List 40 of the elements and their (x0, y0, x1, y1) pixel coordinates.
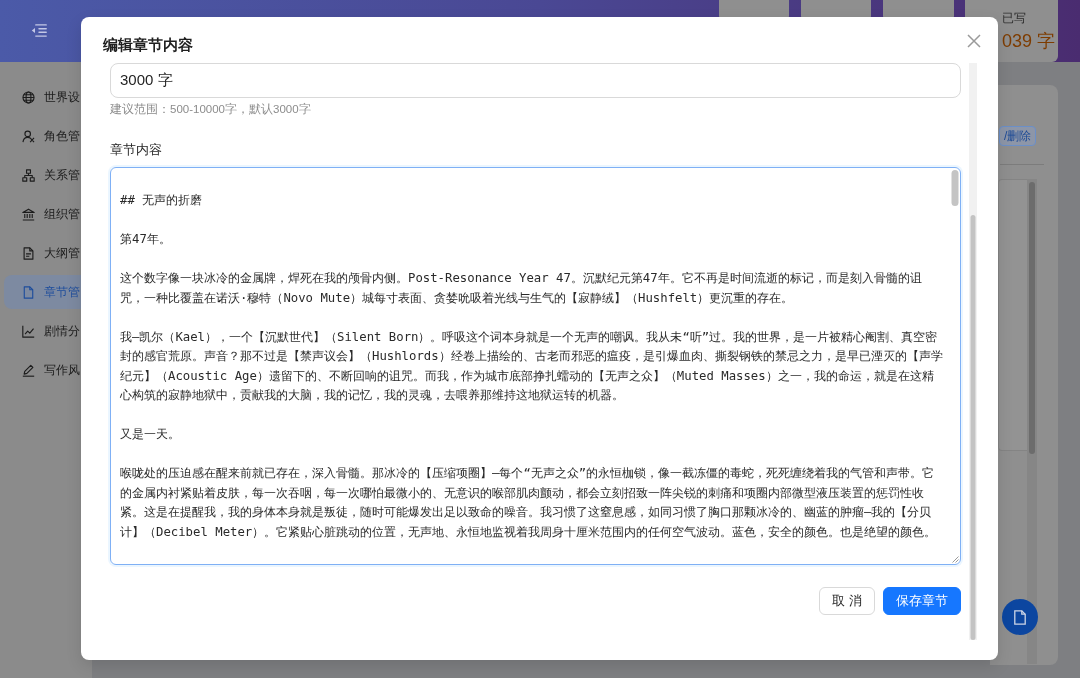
sidebar-item[interactable]: 角色管 (4, 119, 92, 153)
stat-label: 已写 (1002, 10, 1026, 26)
float-button[interactable] (1002, 599, 1038, 635)
close-icon (967, 34, 981, 48)
paragraph-text: ## 无声的折磨 (120, 192, 204, 209)
sidebar-item[interactable]: 关系管 (4, 158, 92, 192)
menu-fold-icon[interactable] (31, 24, 47, 37)
sidebar-item[interactable]: 写作风 (4, 353, 92, 387)
file-icon (22, 285, 35, 299)
cancel-button[interactable]: 取 消 (819, 587, 875, 615)
scrollbar[interactable] (951, 170, 959, 206)
sidebar-item[interactable]: 世界设 (4, 80, 92, 114)
paragraph-text: 我—凯尔（Kael），一个【沉默世代】（Silent Born）。呼吸这个词本身就是一个无声的嘲讽。我从未“听”过。我的世界，是一片被精心阉割、真空密封的感官荒原。声音？那不过是【禁声议会】（Hushlords）经卷上描绘的、古老而邪恶的瘟疫，是引爆血肉、撕裂钢铁的禁忌之力，是早已湮灭的【声学纪元】（Acoustic Age）遗留下的、不断回响的诅咒。而我，作为城市底部挣扎蠕动的【无声之众】（Muted Masses）之一，我的命运，就是在这精心构筑的寂静地狱中，贡献我的大脑，我的记忆，我的灵魂，去喂养那维持这地狱运转的机器。 (120, 328, 944, 404)
close-button[interactable] (966, 33, 982, 49)
save-button[interactable]: 保存章节 (883, 587, 961, 615)
sidebar-item[interactable]: 组织管 (4, 197, 92, 231)
paragraph-text: 又是一天。 (120, 426, 181, 443)
stat-value: 039 字 (1002, 30, 1056, 53)
resize-handle-icon[interactable] (952, 556, 959, 563)
field-label: 章节内容 (110, 141, 162, 159)
word-count-field[interactable]: 3000 字 (110, 63, 961, 98)
help-text: 建议范围：500-10000字，默认3000字 (110, 102, 311, 117)
person-icon (22, 129, 35, 143)
hierarchy-icon (22, 168, 35, 182)
globe-icon (22, 90, 35, 104)
document-icon (22, 246, 35, 260)
content-textarea[interactable] (110, 167, 961, 565)
sidebar-item[interactable]: 剧情分 (4, 314, 92, 348)
paragraph-text: 这个数字像一块冰冷的金属牌，焊死在我的颅骨内侧。Post-Resonance Year 47。沉默纪元第47年。它不再是时间流逝的标记，而是刻入骨髓的诅咒，一种比覆盖在诺沃·穆特（Novo Mute）城每寸表面、贪婪吮吸着光线与生气的【寂静绒】（Hushfelt）更沉重的存在。 (120, 270, 923, 307)
pen-icon (22, 363, 35, 377)
document-icon (1014, 609, 1026, 625)
action-tag[interactable]: /删除 (999, 126, 1037, 146)
paragraph-text: 喉咙处的压迫感在醒来前就已存在，深入骨髓。那冰冷的【压缩项圈】—每个“无声之众”的永恒枷锁，像一截冻僵的毒蛇，死死缠绕着我的气管和声带。它的金属内衬紧贴着皮肤，每一次吞咽，每一次哪怕最微小的、无意识的喉部肌肉颤动，都会立刻招致一阵尖锐的刺痛和项圈内部微型液压装置的惩罚性收紧。这是在提醒我，我的身体本身就是叛徒，随时可能爆发出足以致命的噪音。我习惯了这窒息感，如同习惯了胸口那颗冰冷的、幽蓝的肿瘤—我的【分贝计】（Decibel Meter）。它紧贴心脏跳动的位置，无声地、永恒地监视着我周身十厘米范围内的任何空气波动。蓝色，安全的颜色。也是绝望的颜色。 (120, 465, 938, 541)
dialog-title: 编辑章节内容 (103, 36, 193, 55)
line-chart-icon (22, 324, 35, 338)
sidebar-item[interactable]: 大纲管 (4, 236, 92, 270)
paragraph-text: 第47年。 (120, 231, 172, 248)
bank-icon (22, 207, 35, 221)
scrollbar[interactable] (1027, 179, 1037, 664)
scrollbar[interactable] (969, 63, 977, 640)
